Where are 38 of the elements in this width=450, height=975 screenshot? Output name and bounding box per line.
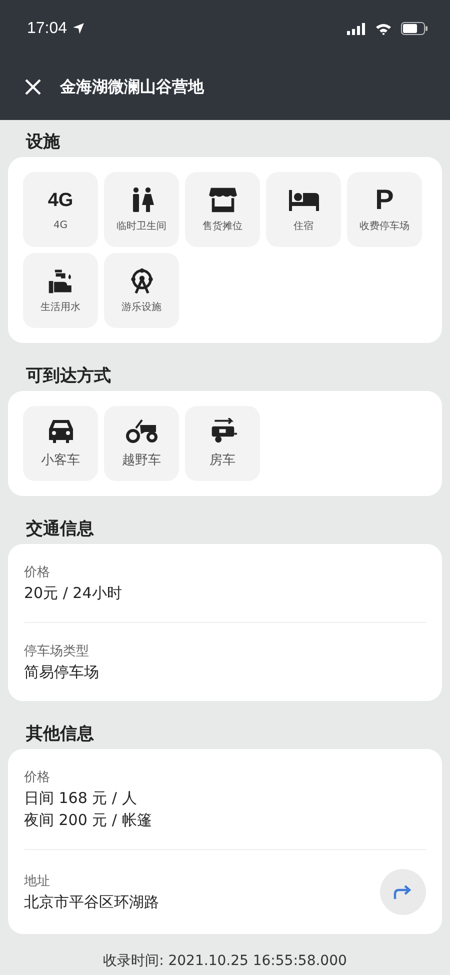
glyph-icon: P <box>375 186 394 212</box>
location-arrow-icon <box>72 22 86 35</box>
tile-label: 住宿 <box>294 220 314 232</box>
tile-label: 收费停车场 <box>360 220 410 232</box>
field-label: 停车场类型 <box>24 643 90 660</box>
field-label: 价格 <box>24 769 51 786</box>
section-title: 交通信息 <box>25 518 95 541</box>
field-value: 夜间 200 元 / 帐篷 <box>24 811 153 830</box>
signal-icon <box>347 22 366 34</box>
glyph-icon: 4G <box>48 188 74 214</box>
tile-label: 游乐设施 <box>122 300 162 314</box>
page-title: 金海湖微澜山谷营地 <box>60 76 204 98</box>
tile-label: 4G <box>53 220 68 231</box>
section-title: 其他信息 <box>25 723 95 746</box>
section-title: 可到达方式 <box>25 365 112 388</box>
tile-label: 小客车 <box>41 452 80 469</box>
field-value: 20元 / 24小时 <box>24 584 123 603</box>
shop-stall-icon <box>206 186 238 212</box>
field-label: 地址 <box>24 873 51 890</box>
field-value: 简易停车场 <box>24 663 100 682</box>
section-title: 设施 <box>24 131 61 154</box>
record-time-text: 收录时间: 2021.10.25 16:55:58.000 <box>102 952 348 970</box>
field-label: 价格 <box>24 564 51 581</box>
car-icon <box>46 418 74 444</box>
field-value: 北京市平谷区环湖路 <box>24 893 160 912</box>
battery-icon <box>401 22 428 35</box>
wifi-icon <box>375 22 392 34</box>
navigate-button[interactable] <box>380 869 426 915</box>
tile-label: 生活用水 <box>40 300 80 314</box>
tile-label: 房车 <box>210 452 236 469</box>
turn-arrow-icon <box>393 884 413 900</box>
tractor-icon <box>124 418 158 444</box>
tile-label: 越野车 <box>122 452 161 469</box>
status-time: 17:04 <box>27 20 68 38</box>
close-icon <box>24 78 42 96</box>
tile-label: 售货摊位 <box>202 220 242 232</box>
field-value: 日间 168 元 / 人 <box>24 789 138 808</box>
tile-label: 临时卫生间 <box>116 220 166 232</box>
